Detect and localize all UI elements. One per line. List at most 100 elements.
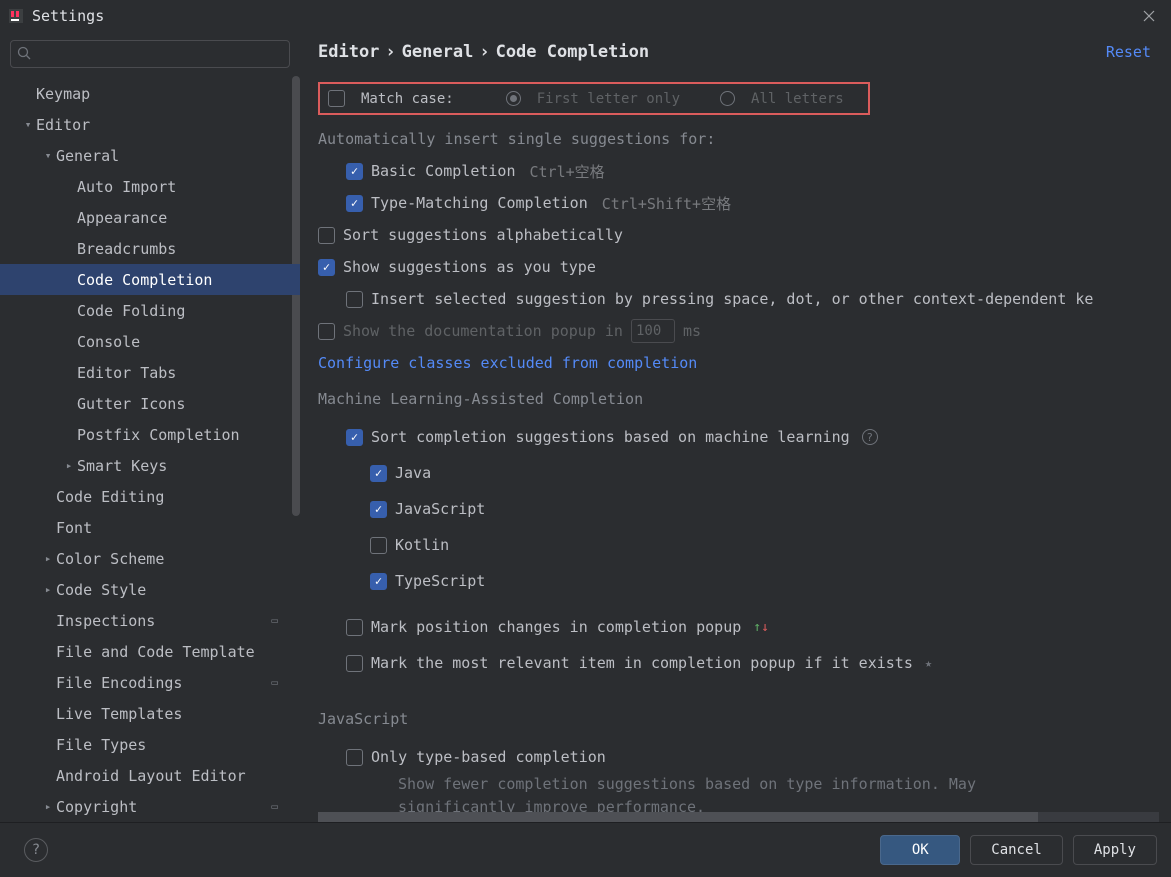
tree-item-label: Code Folding: [77, 302, 185, 320]
tree-item-code-completion[interactable]: Code Completion: [0, 264, 300, 295]
tree-item-label: Android Layout Editor: [56, 767, 246, 785]
doc-popup-checkbox[interactable]: [318, 323, 335, 340]
js-section-label: JavaScript: [318, 703, 1171, 735]
type-matching-shortcut: Ctrl+Shift+空格: [602, 193, 731, 214]
all-letters-radio[interactable]: [720, 91, 735, 106]
tree-item-label: Gutter Icons: [77, 395, 185, 413]
tree-item-file-and-code-template[interactable]: File and Code Template: [0, 636, 300, 667]
tree-item-font[interactable]: Font: [0, 512, 300, 543]
search-input[interactable]: [10, 40, 290, 68]
first-letter-radio[interactable]: [506, 91, 521, 106]
footer-help-icon[interactable]: ?: [24, 838, 48, 862]
tree-item-smart-keys[interactable]: ▸Smart Keys: [0, 450, 300, 481]
tree-item-label: Editor Tabs: [77, 364, 176, 382]
match-case-row: Match case: First letter only All letter…: [318, 82, 870, 115]
mark-relevant-label: Mark the most relevant item in completio…: [371, 654, 913, 672]
horizontal-scrollbar-thumb[interactable]: [318, 812, 1038, 822]
tree-item-code-folding[interactable]: Code Folding: [0, 295, 300, 326]
arrows-icon: ↑↓: [753, 620, 769, 635]
tree-item-file-encodings[interactable]: File Encodings▭: [0, 667, 300, 698]
match-case-label: Match case:: [361, 91, 454, 107]
doc-popup-post: ms: [683, 322, 701, 340]
basic-completion-checkbox[interactable]: [346, 163, 363, 180]
horizontal-scrollbar[interactable]: [318, 812, 1159, 822]
tree-item-postfix-completion[interactable]: Postfix Completion: [0, 419, 300, 450]
tree-item-label: File Encodings: [56, 674, 182, 692]
tree-item-label: Code Style: [56, 581, 146, 599]
ml-ts-label: TypeScript: [395, 572, 485, 590]
tree-item-live-templates[interactable]: Live Templates: [0, 698, 300, 729]
only-type-checkbox[interactable]: [346, 749, 363, 766]
app-icon: [8, 8, 24, 24]
tree-item-editor[interactable]: ▾Editor: [0, 109, 300, 140]
first-letter-label: First letter only: [537, 91, 680, 107]
chevron-right-icon: ▸: [40, 552, 56, 565]
doc-popup-pre: Show the documentation popup in: [343, 322, 623, 340]
footer: ? OK Cancel Apply: [0, 822, 1171, 877]
tree-item-general[interactable]: ▾General: [0, 140, 300, 171]
only-type-label: Only type-based completion: [371, 748, 606, 766]
ml-ts-checkbox[interactable]: [370, 573, 387, 590]
ml-kotlin-checkbox[interactable]: [370, 537, 387, 554]
basic-completion-label: Basic Completion: [371, 162, 516, 180]
ml-sort-label: Sort completion suggestions based on mac…: [371, 428, 850, 446]
tree-item-editor-tabs[interactable]: Editor Tabs: [0, 357, 300, 388]
auto-insert-label: Automatically insert single suggestions …: [318, 123, 1171, 155]
type-matching-checkbox[interactable]: [346, 195, 363, 212]
all-letters-label: All letters: [751, 91, 844, 107]
tree-item-breadcrumbs[interactable]: Breadcrumbs: [0, 233, 300, 264]
tree-item-code-editing[interactable]: Code Editing: [0, 481, 300, 512]
ok-button[interactable]: OK: [880, 835, 960, 865]
match-case-checkbox[interactable]: [328, 90, 345, 107]
tree-item-label: Breadcrumbs: [77, 240, 176, 258]
tree-item-auto-import[interactable]: Auto Import: [0, 171, 300, 202]
tree-item-label: Code Editing: [56, 488, 164, 506]
tree-item-label: File and Code Template: [56, 643, 255, 661]
tree-item-color-scheme[interactable]: ▸Color Scheme: [0, 543, 300, 574]
tree-item-label: Copyright: [56, 798, 137, 816]
tree-item-label: Live Templates: [56, 705, 182, 723]
tree-item-android-layout-editor[interactable]: Android Layout Editor: [0, 760, 300, 791]
chevron-right-icon: ▸: [61, 459, 77, 472]
ml-js-checkbox[interactable]: [370, 501, 387, 518]
tree-item-gutter-icons[interactable]: Gutter Icons: [0, 388, 300, 419]
window-title: Settings: [32, 7, 1135, 25]
insert-by-space-checkbox[interactable]: [346, 291, 363, 308]
tree-item-label: Inspections: [56, 612, 155, 630]
mark-relevant-checkbox[interactable]: [346, 655, 363, 672]
ml-java-checkbox[interactable]: [370, 465, 387, 482]
tree-item-code-style[interactable]: ▸Code Style: [0, 574, 300, 605]
content-pane: Editor›General›Code Completion Reset Mat…: [300, 32, 1171, 822]
reset-link[interactable]: Reset: [1106, 43, 1151, 61]
help-icon[interactable]: ?: [862, 429, 878, 445]
tree-item-appearance[interactable]: Appearance: [0, 202, 300, 233]
titlebar: Settings: [0, 0, 1171, 32]
tree-item-keymap[interactable]: Keymap: [0, 78, 300, 109]
tree-item-inspections[interactable]: Inspections▭: [0, 605, 300, 636]
ml-js-label: JavaScript: [395, 500, 485, 518]
tree-item-copyright[interactable]: ▸Copyright▭: [0, 791, 300, 822]
tree-item-label: File Types: [56, 736, 146, 754]
tree-item-label: Editor: [36, 116, 90, 134]
tree-item-label: Code Completion: [77, 271, 212, 289]
ml-sort-checkbox[interactable]: [346, 429, 363, 446]
doc-popup-ms-input[interactable]: [631, 319, 675, 343]
show-suggestions-checkbox[interactable]: [318, 259, 335, 276]
tree-item-label: Color Scheme: [56, 550, 164, 568]
tree-item-label: Auto Import: [77, 178, 176, 196]
tree-item-console[interactable]: Console: [0, 326, 300, 357]
tree-item-label: Appearance: [77, 209, 167, 227]
settings-tree[interactable]: Keymap▾Editor▾GeneralAuto ImportAppearan…: [0, 76, 300, 822]
sort-alpha-checkbox[interactable]: [318, 227, 335, 244]
tree-item-file-types[interactable]: File Types: [0, 729, 300, 760]
chevron-down-icon: ▾: [40, 149, 56, 162]
apply-button[interactable]: Apply: [1073, 835, 1157, 865]
mark-position-checkbox[interactable]: [346, 619, 363, 636]
close-icon[interactable]: [1135, 2, 1163, 30]
search-icon: [16, 45, 32, 65]
cancel-button[interactable]: Cancel: [970, 835, 1063, 865]
chevron-down-icon: ▾: [20, 118, 36, 131]
configure-excluded-link[interactable]: Configure classes excluded from completi…: [318, 354, 697, 372]
tree-item-label: Font: [56, 519, 92, 537]
breadcrumb: Editor›General›Code Completion: [318, 42, 1106, 62]
